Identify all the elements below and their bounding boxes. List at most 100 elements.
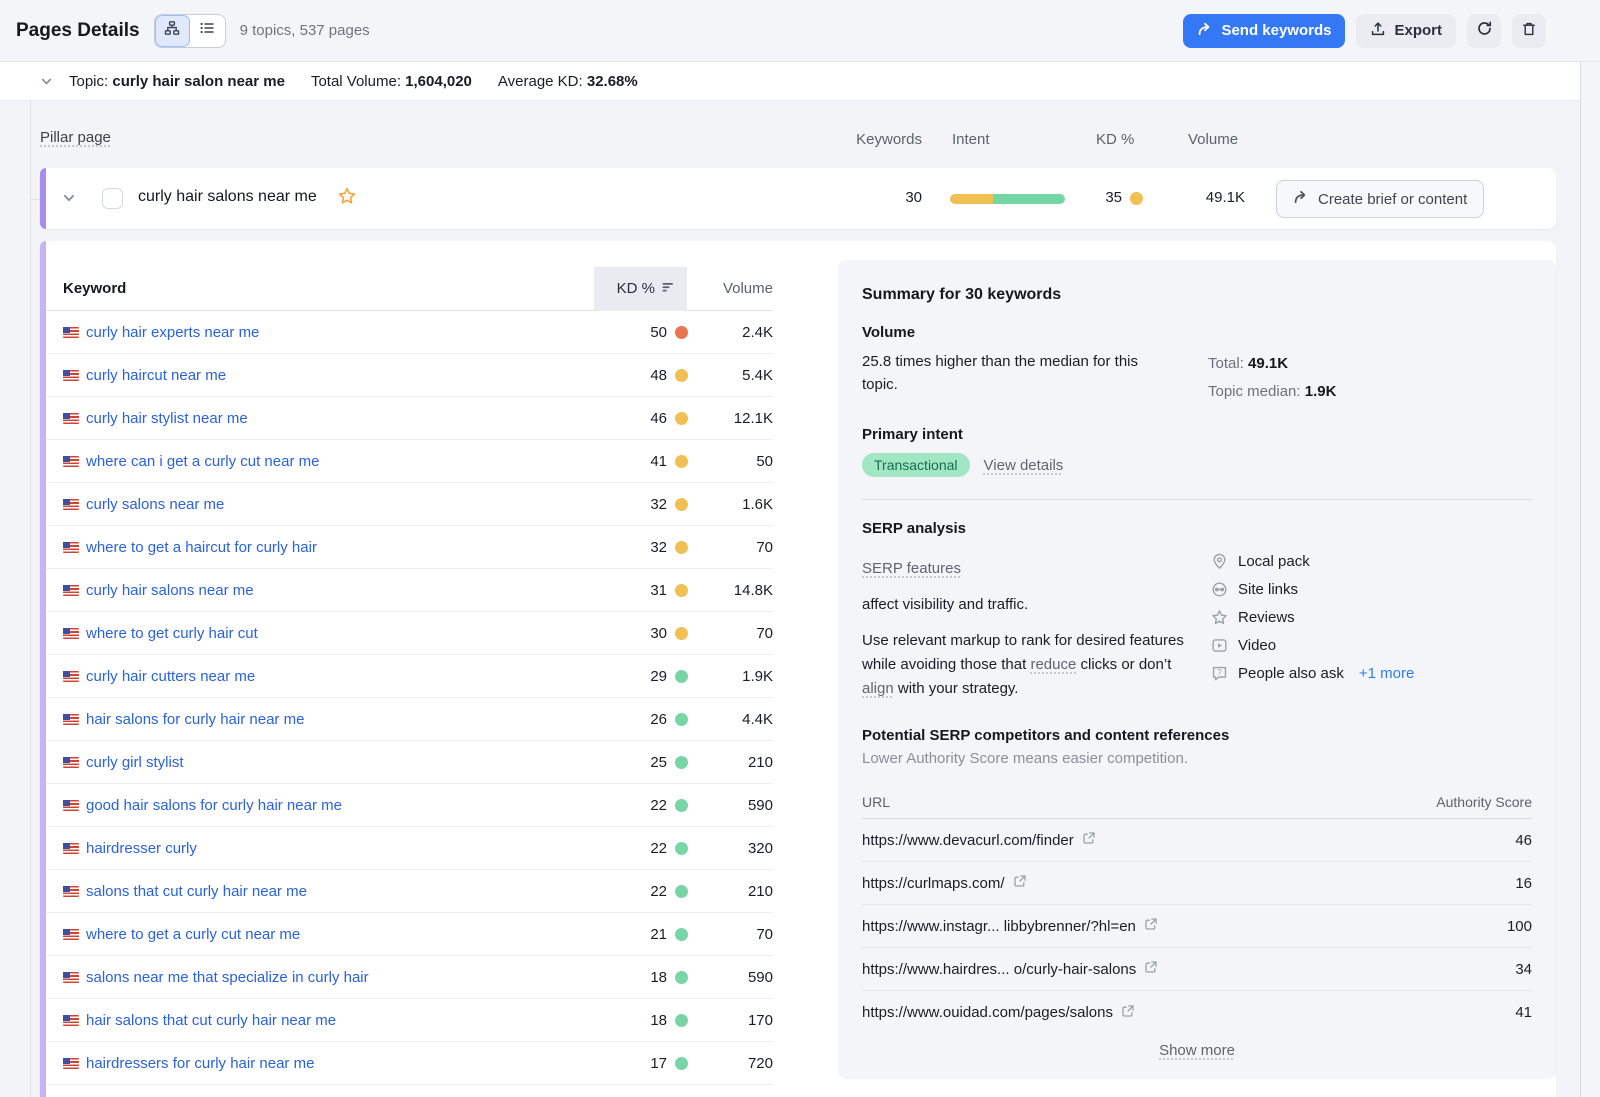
kd-value: 31 xyxy=(627,582,667,599)
volume-value: 12.1K xyxy=(688,410,773,427)
external-link-icon[interactable] xyxy=(1144,960,1158,978)
table-row: salons that cut curly hair near me 22 21… xyxy=(46,870,773,913)
volume-value: 720 xyxy=(688,1055,773,1072)
kd-difficulty-dot xyxy=(675,584,688,597)
competitor-url-link[interactable]: https://www.devacurl.com/finder xyxy=(862,831,1412,849)
us-flag-icon xyxy=(63,1058,79,1069)
send-keywords-button[interactable]: Send keywords xyxy=(1183,14,1345,48)
keyword-link[interactable]: curly salons near me xyxy=(86,496,627,513)
kd-value: 26 xyxy=(627,711,667,728)
competitor-url-link[interactable]: https://www.ouidad.com/pages/salons xyxy=(862,1004,1412,1022)
pillar-collapse-chevron-icon[interactable] xyxy=(62,191,76,205)
kd-value: 18 xyxy=(627,1012,667,1029)
serp-features-link[interactable]: SERP features xyxy=(862,560,961,577)
serp-markup-paragraph: Use relevant markup to rank for desired … xyxy=(862,629,1192,701)
kd-value: 22 xyxy=(627,840,667,857)
star-icon xyxy=(1210,608,1228,626)
table-row: hair salons for curly hair near me 26 4.… xyxy=(46,698,773,741)
serp-features-list: Local pack Site links Reviews Video ? Pe… xyxy=(1210,545,1532,701)
competitor-row: https://www.ouidad.com/pages/salons 41 xyxy=(862,991,1532,1034)
keyword-link[interactable]: where to get a haircut for curly hair xyxy=(86,539,627,556)
keyword-link[interactable]: hairdressers for curly hair near me xyxy=(86,1055,627,1072)
keyword-link[interactable]: curly hair stylist near me xyxy=(86,410,627,427)
view-details-link[interactable]: View details xyxy=(984,457,1064,474)
pillar-page-title[interactable]: curly hair salons near me xyxy=(138,188,317,206)
delete-button[interactable] xyxy=(1512,14,1546,48)
export-button[interactable]: Export xyxy=(1356,14,1456,48)
table-row: curly salons near me 32 1.6K xyxy=(46,483,773,526)
kd-difficulty-dot xyxy=(675,326,688,339)
kd-column-header[interactable]: KD % xyxy=(594,267,687,311)
keyword-link[interactable]: curly hair salons near me xyxy=(86,582,627,599)
table-row: where can i get a curly cut near me 41 5… xyxy=(46,440,773,483)
external-link-icon[interactable] xyxy=(1121,1004,1135,1022)
refresh-button[interactable] xyxy=(1467,14,1501,48)
us-flag-icon xyxy=(63,370,79,381)
more-features-link[interactable]: +1 more xyxy=(1359,665,1414,682)
volume-value: 210 xyxy=(688,754,773,771)
keyword-link[interactable]: salons near me that specialize in curly … xyxy=(86,969,627,986)
external-link-icon[interactable] xyxy=(1144,917,1158,935)
kd-difficulty-dot xyxy=(675,627,688,640)
kd-difficulty-dot xyxy=(675,885,688,898)
keyword-link[interactable]: good hair salons for curly hair near me xyxy=(86,797,627,814)
kd-difficulty-dot xyxy=(675,971,688,984)
pillar-row-checkbox[interactable] xyxy=(102,188,123,209)
kd-difficulty-dot xyxy=(675,498,688,511)
volume-value: 320 xyxy=(688,840,773,857)
us-flag-icon xyxy=(63,499,79,510)
volume-value: 590 xyxy=(688,969,773,986)
pillar-page-link[interactable]: Pillar page xyxy=(40,129,111,146)
table-row: curly hair experts near me 50 2.4K xyxy=(46,311,773,354)
hierarchy-view-button[interactable] xyxy=(155,15,190,47)
show-more-link[interactable]: Show more xyxy=(1159,1042,1235,1059)
hierarchy-view-icon xyxy=(164,20,180,41)
reduce-tooltip-link[interactable]: reduce xyxy=(1030,656,1076,673)
keyword-link[interactable]: where to get curly hair cut xyxy=(86,625,627,642)
competitors-section: Potential SERP competitors and content r… xyxy=(862,727,1532,1060)
scrollbar-gutter[interactable] xyxy=(1580,62,1600,1097)
total-label: Total: xyxy=(1208,355,1244,372)
serp-analysis-section: SERP analysis SERP features affect visib… xyxy=(862,520,1532,701)
svg-text:?: ? xyxy=(1217,667,1222,676)
competitor-url-text: https://www.ouidad.com/pages/salons xyxy=(862,1004,1113,1021)
kd-difficulty-dot xyxy=(675,799,688,812)
keyword-link[interactable]: curly hair cutters near me xyxy=(86,668,627,685)
summary-panel: Summary for 30 keywords Volume 25.8 time… xyxy=(838,260,1556,1079)
competitor-url-link[interactable]: https://www.instagr... libbybrenner/?hl=… xyxy=(862,917,1412,935)
competitor-url-link[interactable]: https://curlmaps.com/ xyxy=(862,874,1412,892)
keyword-link[interactable]: hair salons that cut curly hair near me xyxy=(86,1012,627,1029)
favorite-star-icon[interactable] xyxy=(337,186,357,206)
authority-score-value: 100 xyxy=(1412,918,1532,935)
keyword-link[interactable]: curly haircut near me xyxy=(86,367,627,384)
serp-feature-item: ? People also ask +1 more xyxy=(1210,659,1532,687)
keyword-link[interactable]: curly girl stylist xyxy=(86,754,627,771)
competitor-row: https://www.devacurl.com/finder 46 xyxy=(862,819,1532,862)
keyword-link[interactable]: salons that cut curly hair near me xyxy=(86,883,627,900)
keyword-link[interactable]: where can i get a curly cut near me xyxy=(86,453,627,470)
sort-descending-icon xyxy=(662,280,675,297)
topic-average-kd: Average KD: 32.68% xyxy=(498,73,638,90)
external-link-icon[interactable] xyxy=(1013,874,1027,892)
align-tooltip-link[interactable]: align xyxy=(862,680,894,697)
volume-description: 25.8 times higher than the median for th… xyxy=(862,350,1172,406)
volume-stats: Total: 49.1K Topic median: 1.9K xyxy=(1208,350,1336,406)
list-view-button[interactable] xyxy=(190,15,225,47)
us-flag-icon xyxy=(63,929,79,940)
keyword-link[interactable]: hairdresser curly xyxy=(86,840,627,857)
topic-collapse-chevron-icon[interactable] xyxy=(40,75,53,88)
competitors-table-body: https://www.devacurl.com/finder 46 https… xyxy=(862,819,1532,1034)
competitor-url-text: https://www.devacurl.com/finder xyxy=(862,832,1074,849)
keyword-link[interactable]: where to get a curly cut near me xyxy=(86,926,627,943)
primary-intent-section: Primary intent Transactional View detail… xyxy=(862,426,1532,477)
volume-column-header: Volume xyxy=(687,280,773,297)
intent-bar xyxy=(950,194,1065,204)
volume-value: 1.9K xyxy=(688,668,773,685)
create-brief-button[interactable]: Create brief or content xyxy=(1276,180,1484,218)
competitor-url-text: https://www.instagr... libbybrenner/?hl=… xyxy=(862,918,1136,935)
kd-difficulty-dot xyxy=(675,713,688,726)
keyword-link[interactable]: curly hair experts near me xyxy=(86,324,627,341)
competitor-url-link[interactable]: https://www.hairdres... o/curly-hair-sal… xyxy=(862,960,1412,978)
keyword-link[interactable]: hair salons for curly hair near me xyxy=(86,711,627,728)
external-link-icon[interactable] xyxy=(1082,831,1096,849)
